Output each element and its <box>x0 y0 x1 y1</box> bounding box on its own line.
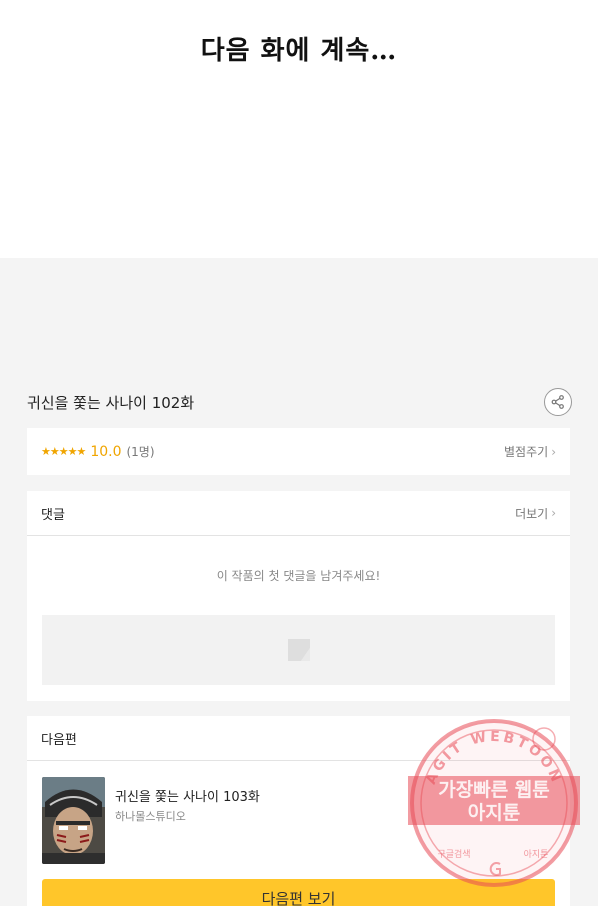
next-episode-studio: 하나몰스튜디오 <box>115 810 186 823</box>
next-episode-card: 다음편 귀신을 쫓는 사나이 103화 하나몰스튜디오 다음편 보기 <box>27 716 570 906</box>
next-episode-info: 귀신을 쫓는 사나이 103화 하나몰스튜디오 <box>115 786 260 865</box>
next-episode-header: 다음편 <box>27 716 570 761</box>
next-episode-section-title: 다음편 <box>41 732 77 748</box>
rating-card: ★★★★★ 10.0 (1명) 별점주기 › <box>27 428 570 475</box>
comments-title: 댓글 <box>41 507 65 523</box>
to-be-continued-text: 다음 화에 계속… <box>200 36 398 66</box>
comments-header: 댓글 더보기 › <box>27 491 570 536</box>
comments-card: 댓글 더보기 › 이 작품의 첫 댓글을 남겨주세요! <box>27 491 570 701</box>
ad-placeholder[interactable] <box>42 615 555 685</box>
chevron-right-icon: › <box>551 444 556 459</box>
share-icon <box>551 395 564 409</box>
rate-button[interactable]: 별점주기 › <box>504 443 556 460</box>
next-episode-button[interactable]: 다음편 보기 <box>42 879 555 906</box>
next-episode-item[interactable]: 귀신을 쫓는 사나이 103화 하나몰스튜디오 <box>42 777 555 865</box>
comic-panel-end: 다음 화에 계속… <box>0 0 598 258</box>
comments-more-label: 더보기 <box>515 506 549 521</box>
chevron-right-icon: › <box>551 506 556 520</box>
rating-score: 10.0 <box>90 443 122 460</box>
rating-count: (1명) <box>126 445 155 459</box>
comments-more-button[interactable]: 더보기 › <box>515 505 556 522</box>
star-rating-icon: ★★★★★ <box>41 445 86 458</box>
next-episode-title: 귀신을 쫓는 사나이 103화 <box>115 790 260 805</box>
rate-button-label: 별점주기 <box>504 445 549 459</box>
rating-summary: ★★★★★ 10.0 (1명) <box>41 443 155 460</box>
episode-title-row: 귀신을 쫓는 사나이 102화 <box>27 384 572 420</box>
share-button[interactable] <box>544 388 572 416</box>
next-episode-thumbnail <box>42 777 105 864</box>
comments-empty-message: 이 작품의 첫 댓글을 남겨주세요! <box>216 569 381 583</box>
episode-title: 귀신을 쫓는 사나이 102화 <box>27 393 195 412</box>
image-placeholder-icon <box>287 639 310 661</box>
